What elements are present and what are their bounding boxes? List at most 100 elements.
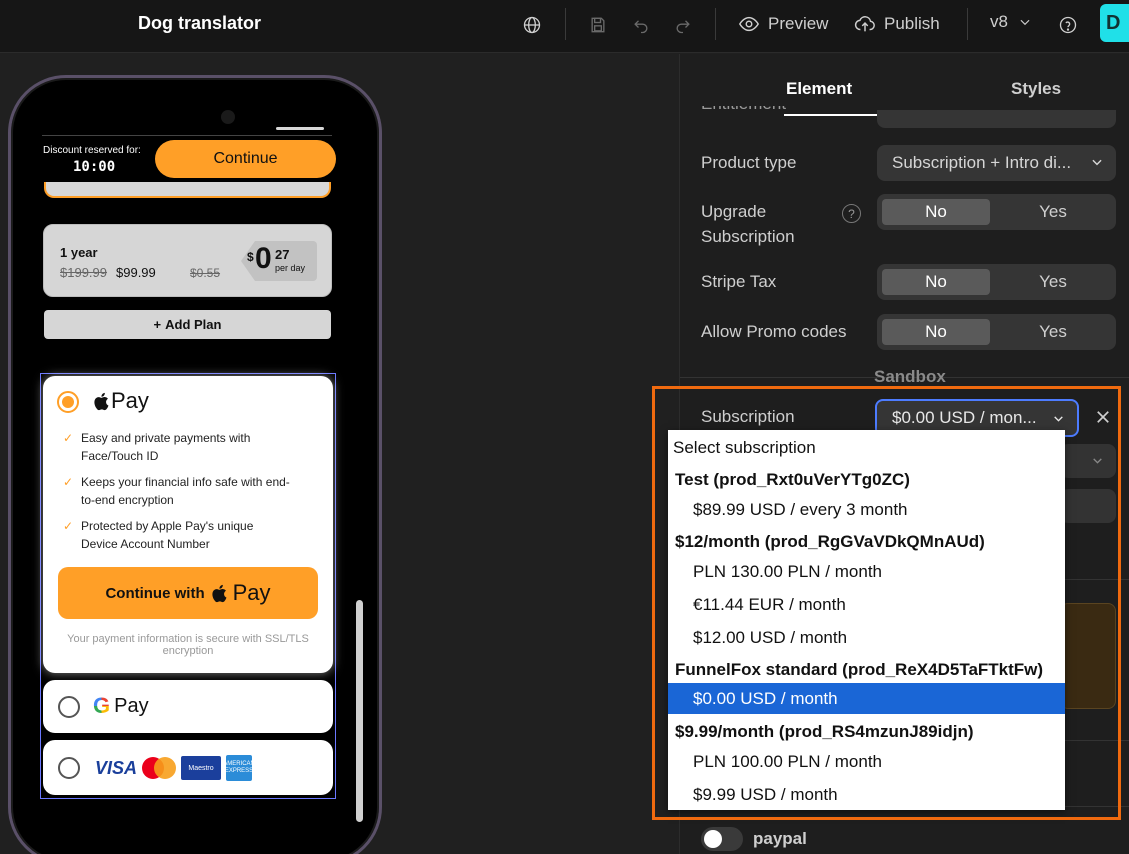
user-avatar[interactable]: D (1100, 4, 1129, 42)
publish-label: Publish (884, 14, 940, 33)
benefit-text: Keeps your financial info safe with end-… (81, 475, 290, 507)
promo-yes-option[interactable]: Yes (999, 319, 1107, 345)
stripe-tax-label: Stripe Tax (701, 272, 777, 291)
google-pay-radio[interactable] (58, 696, 80, 718)
upgrade-no-option[interactable]: No (882, 199, 990, 225)
price-currency: $ (247, 250, 254, 264)
selected-plan-card-edge[interactable] (44, 182, 331, 198)
benefit-text: Protected by Apple Pay's unique Device A… (81, 519, 254, 551)
upgrade-subscription-toggle[interactable]: No Yes (877, 194, 1116, 230)
check-icon: ✓ (63, 519, 74, 533)
price-integer: 0 (255, 242, 272, 275)
camera-dot (221, 110, 235, 124)
chevron-down-icon (1092, 159, 1102, 166)
apple-icon (94, 392, 109, 410)
apple-pay-radio[interactable] (57, 391, 79, 413)
preview-button[interactable]: Preview (738, 11, 828, 37)
close-icon[interactable] (1094, 408, 1112, 426)
apple-icon (212, 584, 227, 602)
undo-icon[interactable] (628, 12, 654, 38)
google-g-icon: G (93, 693, 111, 718)
dropdown-option[interactable]: PLN 100.00 PLN / month (668, 746, 1065, 777)
sandbox-section-title: Sandbox (874, 367, 946, 386)
cloud-upload-icon (854, 16, 875, 32)
subscription-value: $0.00 USD / mon... (892, 408, 1037, 427)
card-payment-option[interactable]: VISA Maestro AMERICAN EXPRESS (43, 740, 333, 795)
product-type-label: Product type (701, 153, 797, 172)
preview-label: Preview (768, 14, 829, 33)
google-pay-option[interactable]: G Pay (43, 680, 333, 733)
maestro-logo: Maestro (181, 756, 222, 780)
dropdown-group-header: $12/month (prod_RgGVaVDkQMnAUd) (675, 531, 985, 551)
stripe-tax-toggle[interactable]: No Yes (877, 264, 1116, 300)
dropdown-group-header: FunnelFox standard (prod_ReX4D5TaFTktFw) (675, 659, 1044, 679)
amex-logo: AMERICAN EXPRESS (223, 755, 255, 781)
apple-pay-text: Pay (111, 388, 149, 413)
allow-promo-codes-toggle[interactable]: No Yes (877, 314, 1116, 350)
check-icon: ✓ (63, 431, 74, 445)
help-icon[interactable] (1055, 12, 1081, 38)
add-plan-label: Add Plan (165, 317, 222, 332)
secure-payment-note: Your payment information is secure with … (67, 633, 309, 657)
dropdown-group-header: Test (prod_Rxt0uVerYTg0ZC) (675, 469, 910, 489)
redo-icon[interactable] (670, 12, 696, 38)
version-label: v8 (990, 12, 1008, 31)
tab-element[interactable]: Element (786, 79, 852, 99)
dropdown-option-selected[interactable]: $0.00 USD / month (668, 683, 1065, 714)
status-indicator (276, 127, 324, 130)
benefit-text: Easy and private payments with Face/Touc… (81, 431, 251, 463)
dropdown-option[interactable]: $89.99 USD / every 3 month (668, 494, 1065, 525)
paypal-label: paypal (753, 829, 807, 848)
paypal-toggle[interactable] (701, 827, 743, 851)
promo-no-option[interactable]: No (882, 319, 990, 345)
upgrade-yes-option[interactable]: Yes (999, 199, 1107, 225)
continue-button[interactable]: Continue (155, 140, 336, 178)
plan-new-price: $99.99 (116, 265, 156, 280)
card-brand-logos: VISA Maestro AMERICAN EXPRESS (95, 755, 255, 781)
apple-pay-benefit: ✓ Protected by Apple Pay's unique Device… (63, 517, 293, 553)
apple-pay-button-label: Continue with (105, 584, 205, 602)
allow-promo-codes-label: Allow Promo codes (701, 322, 847, 341)
product-type-select[interactable]: Subscription + Intro di... (877, 145, 1116, 181)
phone-scrollbar[interactable] (356, 600, 363, 822)
warning-box (1060, 603, 1116, 709)
dropdown-option[interactable]: €11.44 EUR / month (668, 589, 1065, 620)
header-divider (42, 135, 332, 136)
chevron-down-icon (1020, 19, 1030, 26)
google-pay-logo: G Pay (93, 693, 149, 719)
continue-with-apple-pay-button[interactable]: Continue with Pay (58, 567, 318, 619)
eye-icon (738, 16, 760, 32)
save-icon[interactable] (585, 12, 611, 38)
dropdown-option[interactable]: PLN 130.00 PLN / month (668, 556, 1065, 587)
plan-old-price: $199.99 (60, 265, 107, 280)
version-select[interactable]: v8 (990, 12, 1032, 32)
hidden-select[interactable] (1060, 444, 1116, 478)
stripe-tax-yes-option[interactable]: Yes (999, 269, 1107, 295)
apple-pay-benefit: ✓ Keeps your financial info safe with en… (63, 473, 293, 509)
app-title: Dog translator (138, 13, 262, 33)
dropdown-group-header: $9.99/month (prod_RS4mzunJ89idjn) (675, 721, 974, 741)
dropdown-placeholder[interactable]: Select subscription (668, 432, 1065, 463)
check-icon: ✓ (63, 475, 74, 489)
add-plan-button[interactable]: + Add Plan (44, 310, 331, 339)
publish-button[interactable]: Publish (854, 11, 940, 37)
entitlement-select[interactable] (877, 110, 1116, 128)
top-bar: Dog translator Preview Publish v8 D (0, 0, 1129, 53)
plan-name: 1 year (60, 245, 98, 260)
card-payment-radio[interactable] (58, 757, 80, 779)
apple-pay-option[interactable]: Pay ✓ Easy and private payments with Fac… (43, 376, 333, 673)
apple-pay-logo: Pay (93, 388, 149, 414)
tab-styles[interactable]: Styles (1011, 79, 1061, 99)
product-type-value: Subscription + Intro di... (892, 153, 1072, 172)
chevron-down-icon (1093, 458, 1102, 464)
subscription-label: Subscription (701, 407, 795, 426)
plan-card-1-year[interactable]: 1 year $199.99 $99.99 $0.55 $ 0 27 per d… (43, 224, 332, 297)
help-icon[interactable]: ? (842, 204, 861, 223)
subscription-dropdown-list: Select subscription Test (prod_Rxt0uVerY… (668, 430, 1065, 810)
stripe-tax-no-option[interactable]: No (882, 269, 990, 295)
toolbar-divider (967, 8, 968, 40)
globe-icon[interactable] (519, 12, 545, 38)
dropdown-option[interactable]: $12.00 USD / month (668, 622, 1065, 653)
hidden-input[interactable] (1060, 489, 1116, 523)
dropdown-option[interactable]: $9.99 USD / month (668, 779, 1065, 810)
